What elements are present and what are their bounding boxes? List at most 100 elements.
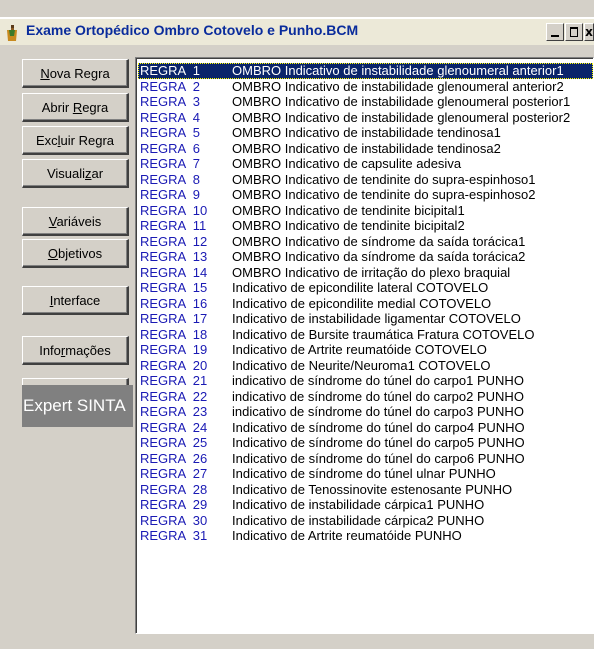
rule-description: OMBRO Indicativo de instabilidade tendin… <box>232 125 501 140</box>
rule-description: OMBRO Indicativo de síndrome da saída to… <box>232 233 526 249</box>
expert-sinta-label: Expert SINTA <box>22 385 133 427</box>
rule-code: REGRA 28 <box>140 481 208 497</box>
objetivos-button[interactable]: Objetivos <box>22 239 129 268</box>
list-item[interactable]: REGRA 14 OMBRO Indicativo de irritação do… <box>138 265 593 281</box>
list-item[interactable]: REGRA 25 Indicativo de síndrome do túnel … <box>138 435 593 451</box>
rules-listbox[interactable]: REGRA 1 OMBRO Indicativo de instabilidade… <box>135 57 594 634</box>
rule-description: Indicativo de síndrome do túnel ulnar PU… <box>232 466 496 481</box>
list-item[interactable]: REGRA 8 OMBRO Indicativo de tendinite do … <box>138 172 593 188</box>
list-item[interactable]: REGRA 26 Indicativo de síndrome do túnel … <box>138 451 593 467</box>
rule-description: Indicativo de epicondilite lateral COTOV… <box>232 280 489 295</box>
rule-description: indicativo de síndrome do túnel do carpo… <box>232 388 524 404</box>
list-item[interactable]: REGRA 18 Indicativo de Bursite traumática… <box>138 327 593 343</box>
rule-description: Indicativo de síndrome do túnel do carpo… <box>232 419 525 435</box>
objetivos-button-label: Objetivos <box>47 245 103 261</box>
rule-code: REGRA 19 <box>140 342 208 357</box>
rule-code: REGRA 10 <box>140 202 208 218</box>
rule-description: OMBRO Indicativo de tendinite do supra-e… <box>232 171 536 187</box>
list-item[interactable]: REGRA 28 Indicativo de Tenossinovite este… <box>138 482 593 498</box>
list-item[interactable]: REGRA 10 OMBRO Indicativo de tendinite bi… <box>138 203 593 219</box>
title-bar[interactable]: Exame Ortopédico Ombro Cotovelo e Punho.… <box>0 17 594 45</box>
list-item[interactable]: REGRA 5 OMBRO Indicativo de instabilidade… <box>138 125 593 141</box>
rule-code: REGRA 17 <box>140 311 208 326</box>
rule-code: REGRA 12 <box>140 233 208 249</box>
rule-description: Indicativo de Tenossinovite estenosante … <box>232 481 513 497</box>
rule-description: Indicativo de instabilidade ligamentar C… <box>232 311 521 326</box>
list-item[interactable]: REGRA 12 OMBRO Indicativo de síndrome da … <box>138 234 593 250</box>
main-window: Exame Ortopédico Ombro Cotovelo e Punho.… <box>0 0 594 649</box>
list-item[interactable]: REGRA 2 OMBRO Indicativo de instabilidade… <box>138 79 593 95</box>
list-item[interactable]: REGRA 21 indicativo de síndrome do túnel … <box>138 373 593 389</box>
interface-button-label: Interface <box>49 292 101 308</box>
rule-code: REGRA 11 <box>140 218 207 233</box>
abrir-regra-button[interactable]: Abrir Regra <box>22 93 129 122</box>
list-item[interactable]: REGRA 23 indicativo de síndrome do túnel … <box>138 404 593 420</box>
interface-button[interactable]: Interface <box>22 286 129 315</box>
rule-description: Indicativo de Artrite reumatóide PUNHO <box>232 528 462 543</box>
rule-code: REGRA 2 <box>140 78 200 94</box>
list-item[interactable]: REGRA 7 OMBRO Indicativo de capsulite ade… <box>138 156 593 172</box>
list-item[interactable]: REGRA 17 Indicativo de instabilidade liga… <box>138 311 593 327</box>
list-item[interactable]: REGRA 15 Indicativo de epicondilite later… <box>138 280 593 296</box>
rule-code: REGRA 7 <box>140 156 200 171</box>
list-item[interactable]: REGRA 3 OMBRO Indicativo de instabilidade… <box>138 94 593 110</box>
rule-code: REGRA 21 <box>140 373 208 388</box>
list-item[interactable]: REGRA 16 Indicativo de epicondilite media… <box>138 296 593 312</box>
window-title: Exame Ortopédico Ombro Cotovelo e Punho.… <box>26 22 359 38</box>
list-item[interactable]: REGRA 29 Indicativo de instabilidade cárp… <box>138 497 593 513</box>
list-item[interactable]: REGRA 4 OMBRO Indicativo de instabilidade… <box>138 110 593 126</box>
close-button[interactable]: x <box>584 23 594 41</box>
rule-description: indicativo de síndrome do túnel do carpo… <box>232 373 524 388</box>
rule-code: REGRA 27 <box>140 466 208 481</box>
minimize-icon <box>551 35 559 37</box>
rule-description: OMBRO Indicativo de instabilidade tendin… <box>232 140 501 156</box>
rule-description: Indicativo de síndrome do túnel do carpo… <box>232 435 525 450</box>
minimize-button[interactable] <box>546 23 564 41</box>
rule-description: OMBRO Indicativo de irritação do plexo b… <box>232 264 511 280</box>
list-item[interactable]: REGRA 20 Indicativo de Neurite/Neuroma1 C… <box>138 358 593 374</box>
excluir-regra-button[interactable]: Excluir Regra <box>22 126 129 155</box>
excluir-regra-button-label: Excluir Regra <box>35 132 115 148</box>
list-item[interactable]: REGRA 22 indicativo de síndrome do túnel … <box>138 389 593 405</box>
nova-regra-button[interactable]: Nova Regra <box>22 59 129 88</box>
list-item[interactable]: REGRA 13 OMBRO Indicativo da síndrome da … <box>138 249 593 265</box>
list-item[interactable]: REGRA 1 OMBRO Indicativo de instabilidade… <box>138 63 593 79</box>
rule-description: Indicativo de epicondilite medial COTOVE… <box>232 295 492 311</box>
list-item[interactable]: REGRA 30 Indicativo de instabilidade cárp… <box>138 513 593 529</box>
rule-code: REGRA 3 <box>140 94 200 109</box>
rules-list: REGRA 1 OMBRO Indicativo de instabilidade… <box>138 63 593 544</box>
rule-code: REGRA 15 <box>140 280 208 295</box>
rule-code: REGRA 30 <box>140 512 208 528</box>
rule-description: OMBRO Indicativo de instabilidade glenou… <box>232 94 571 109</box>
list-item[interactable]: REGRA 19 Indicativo de Artrite reumatóide… <box>138 342 593 358</box>
rule-code: REGRA 8 <box>140 171 200 187</box>
rule-description: OMBRO Indicativo da síndrome da saída to… <box>232 249 526 264</box>
list-item[interactable]: REGRA 31 Indicativo de Artrite reumatóide… <box>138 528 593 544</box>
variaveis-button[interactable]: Variáveis <box>22 207 129 236</box>
rule-description: OMBRO Indicativo de instabilidade glenou… <box>232 109 571 125</box>
list-item[interactable]: REGRA 27 Indicativo de síndrome do túnel … <box>138 466 593 482</box>
close-icon: x <box>585 25 593 39</box>
list-item[interactable]: REGRA 9 OMBRO Indicativo de tendinite do … <box>138 187 593 203</box>
rule-code: REGRA 20 <box>140 357 208 373</box>
list-item[interactable]: REGRA 6 OMBRO Indicativo de instabilidade… <box>138 141 593 157</box>
rule-description: Indicativo de instabilidade cárpica1 PUN… <box>232 497 485 512</box>
variaveis-button-label: Variáveis <box>48 213 102 229</box>
rule-code: REGRA 6 <box>140 140 200 156</box>
visualizar-button[interactable]: Visualizar <box>22 159 129 188</box>
rule-description: Indicativo de Neurite/Neuroma1 COTOVELO <box>232 357 491 373</box>
list-item[interactable]: REGRA 24 Indicativo de síndrome do túnel … <box>138 420 593 436</box>
list-item[interactable]: REGRA 11 OMBRO Indicativo de tendinite bi… <box>138 218 593 234</box>
informacoes-button[interactable]: Informações <box>22 336 129 365</box>
rule-description: OMBRO Indicativo de tendinite bicipital2 <box>232 218 465 233</box>
rule-code: REGRA 31 <box>140 528 208 543</box>
rule-description: Indicativo de síndrome do túnel do carpo… <box>232 450 525 466</box>
rule-description: OMBRO Indicativo de capsulite adesiva <box>232 156 462 171</box>
rule-code: REGRA 13 <box>140 249 208 264</box>
maximize-button[interactable] <box>565 23 583 41</box>
rule-code: REGRA 18 <box>140 326 208 342</box>
visualizar-button-label: Visualizar <box>46 165 104 181</box>
rule-code: REGRA 23 <box>140 404 208 419</box>
rule-code: REGRA 9 <box>140 187 200 202</box>
maximize-icon <box>570 27 578 37</box>
